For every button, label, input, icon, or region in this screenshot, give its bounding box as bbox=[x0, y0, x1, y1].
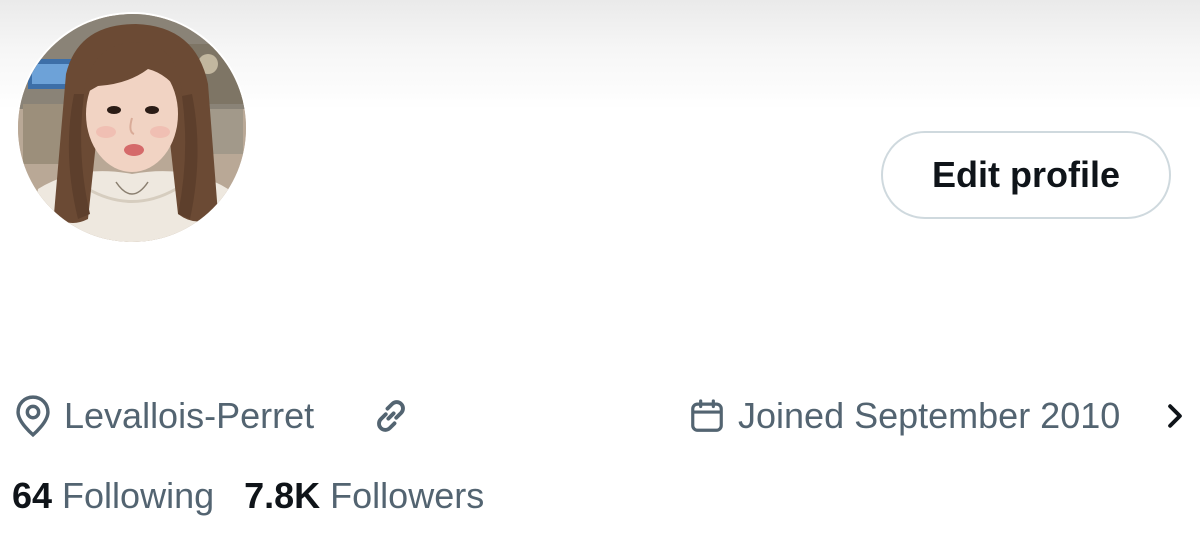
calendar-icon bbox=[691, 399, 723, 432]
followers-label: Followers bbox=[330, 475, 485, 516]
joined-text: Joined September 2010 bbox=[738, 395, 1121, 436]
following-count: 64 bbox=[12, 475, 53, 516]
profile-info-row: Levallois-Perret Joined September 2010 bbox=[0, 390, 1200, 442]
profile-joined-date: Joined September 2010 bbox=[688, 390, 1120, 442]
followers-link[interactable]: 7.8K Followers bbox=[244, 475, 484, 517]
profile-stats: 64 Following 7.8K Followers bbox=[12, 470, 514, 522]
location-pin-icon bbox=[16, 395, 50, 438]
profile-link[interactable] bbox=[368, 390, 414, 442]
edit-profile-button[interactable]: Edit profile bbox=[881, 131, 1171, 219]
profile-location: Levallois-Perret bbox=[14, 390, 314, 442]
avatar-photo bbox=[18, 14, 246, 242]
followers-count: 7.8K bbox=[244, 475, 321, 516]
avatar[interactable] bbox=[18, 14, 246, 242]
chevron-right-icon[interactable] bbox=[1160, 390, 1190, 442]
link-icon bbox=[377, 400, 405, 432]
location-text: Levallois-Perret bbox=[64, 395, 315, 436]
following-link[interactable]: 64 Following bbox=[12, 475, 214, 517]
following-label: Following bbox=[62, 475, 215, 516]
